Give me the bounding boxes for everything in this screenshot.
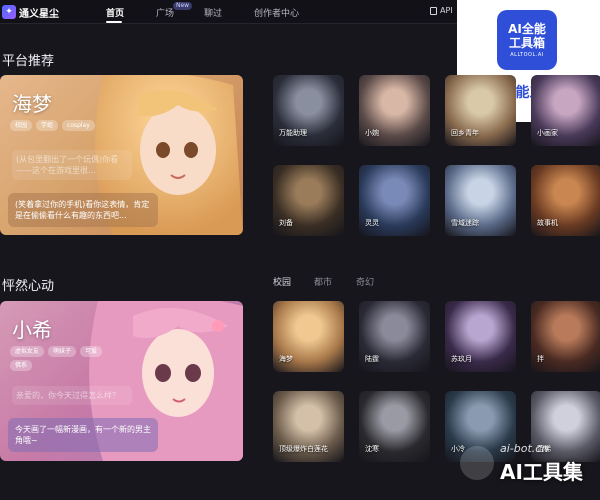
character-tile-label: 沈寒 xyxy=(365,445,379,453)
hero-faded-message: 亲爱的，你今天过得怎么样？ xyxy=(12,386,132,405)
tag: 可爱 xyxy=(80,346,103,357)
character-tile[interactable]: 沈寒 xyxy=(359,391,430,462)
nav-chatted[interactable]: 聊过 xyxy=(204,6,222,19)
hero-card-xiaoxi[interactable]: 小希 虚拟女友 萌妹子 可爱 佛系 亲爱的，你今天过得怎么样？ 今天画了一幅新漫… xyxy=(0,301,243,461)
character-tile-label: 小画家 xyxy=(537,129,558,137)
new-badge: New xyxy=(173,2,193,10)
character-tile-label: 陆霆 xyxy=(365,355,379,363)
character-tile[interactable]: 拌 xyxy=(531,301,600,372)
hero-message: (笑着拿过你的手机)看你这表情，肯定是在偷偷看什么有趣的东西吧... xyxy=(8,193,158,227)
tag: 佛系 xyxy=(10,360,33,371)
character-tile[interactable]: 陆霆 xyxy=(359,301,430,372)
alltool-logo-line2: 工具箱 xyxy=(508,36,545,50)
nav-home[interactable]: 首页 xyxy=(106,6,124,19)
character-tile-label: 海梦 xyxy=(279,355,293,363)
character-tile[interactable]: 顶级爆炸白莲花 xyxy=(273,391,344,462)
character-tile[interactable]: 故事机 xyxy=(531,165,600,236)
hero-card-haimeng[interactable]: 海梦 校园 学姐 cosplay (从包里翻出了一个玩偶)你看——这个在游戏里很… xyxy=(0,75,243,235)
nav-plaza[interactable]: 广场 xyxy=(156,6,174,19)
character-tile[interactable]: 万能助理 xyxy=(273,75,344,146)
api-link[interactable]: API xyxy=(430,6,453,15)
character-tile[interactable]: 苏玖月 xyxy=(445,301,516,372)
section-title-platform: 平台推荐 xyxy=(2,54,55,69)
character-tile-label: 灵灵 xyxy=(365,219,379,227)
character-tile[interactable]: 刘备 xyxy=(273,165,344,236)
watermark-url: ai-bot.cn xyxy=(500,442,549,455)
character-tile-label: 刘备 xyxy=(279,219,293,227)
character-tile[interactable]: 灵灵 xyxy=(359,165,430,236)
nav-creator-center[interactable]: 创作者中心 xyxy=(254,6,299,19)
document-icon xyxy=(430,6,437,15)
character-tile[interactable]: 雪域迷踪 xyxy=(445,165,516,236)
filter-tab-fantasy[interactable]: 奇幻 xyxy=(356,275,374,288)
alltool-logo: AI全能 工具箱 ALLTOOL.AI xyxy=(497,10,557,70)
filter-tab-city[interactable]: 都市 xyxy=(314,275,332,288)
character-tile-label: 故事机 xyxy=(537,219,558,227)
alltool-logo-line3: ALLTOOL.AI xyxy=(510,52,544,58)
hero-name: 海梦 xyxy=(12,92,52,116)
hero-tags: 校园 学姐 cosplay xyxy=(10,120,95,131)
character-tile[interactable]: 海梦 xyxy=(273,301,344,372)
watermark-brand: AI工具集 xyxy=(500,460,583,484)
nav-active-indicator xyxy=(106,21,122,23)
tag: 学姐 xyxy=(36,120,59,131)
character-tile[interactable]: 小画家 xyxy=(531,75,600,146)
app-name: 通义星尘 xyxy=(19,8,59,20)
api-label: API xyxy=(440,6,453,15)
character-tile-label: 小婉 xyxy=(365,129,379,137)
tag: 虚拟女友 xyxy=(10,346,45,357)
section-title-heart: 怦然心动 xyxy=(2,279,55,294)
character-tile-label: 万能助理 xyxy=(279,129,307,137)
watermark-aibot: ai-bot.cn AI工具集 xyxy=(460,438,600,498)
character-tile-label: 苏玖月 xyxy=(451,355,472,363)
character-tile[interactable]: 小婉 xyxy=(359,75,430,146)
hero-name: 小希 xyxy=(12,318,52,342)
character-tile-label: 拌 xyxy=(537,355,544,363)
cat-icon xyxy=(460,446,494,480)
filter-tab-campus[interactable]: 校园 xyxy=(273,275,291,288)
alltool-logo-line1: AI全能 xyxy=(508,22,546,36)
hero-faded-message: (从包里翻出了一个玩偶)你看——这个在游戏里很... xyxy=(12,150,132,180)
tag: cosplay xyxy=(62,120,95,131)
hero-tags: 虚拟女友 萌妹子 可爱 佛系 xyxy=(10,346,120,371)
star-icon: ✦ xyxy=(2,5,16,19)
tag: 萌妹子 xyxy=(48,346,77,357)
character-tile[interactable]: 回乡青年 xyxy=(445,75,516,146)
tag: 校园 xyxy=(10,120,33,131)
app-logo[interactable]: ✦ 通义星尘 xyxy=(2,4,59,20)
hero-message: 今天画了一幅新漫画，有一个新的男主角哦~ xyxy=(8,418,158,452)
character-tile-label: 雪域迷踪 xyxy=(451,219,479,227)
character-tile-label: 回乡青年 xyxy=(451,129,479,137)
character-tile-label: 顶级爆炸白莲花 xyxy=(279,445,328,453)
